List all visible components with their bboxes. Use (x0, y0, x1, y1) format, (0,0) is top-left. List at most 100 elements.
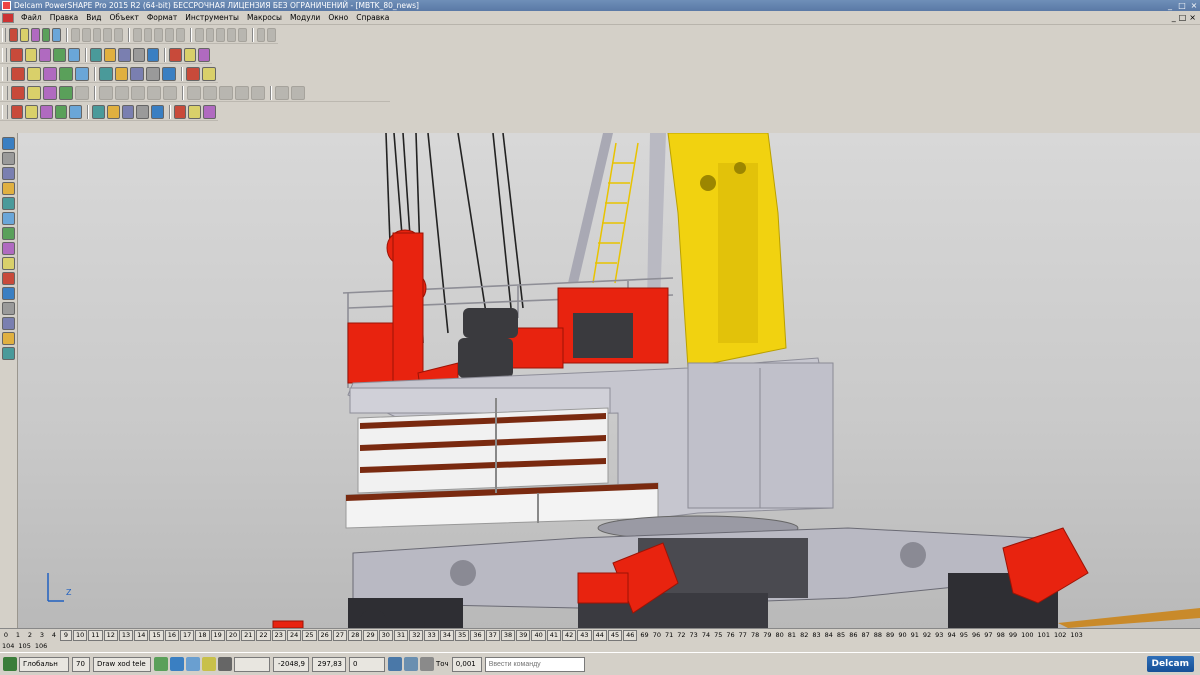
arc-tool-icon[interactable] (2, 197, 15, 210)
level-button[interactable]: 89 (884, 631, 896, 640)
level-button[interactable]: 27 (332, 630, 348, 641)
solid-extrude-icon[interactable] (99, 85, 113, 100)
toolbar-grip[interactable] (2, 47, 8, 62)
level-button[interactable]: 75 (712, 631, 724, 640)
view-iso2-icon[interactable] (67, 47, 80, 62)
wireframe-icon[interactable] (256, 27, 266, 42)
level-button[interactable]: 22 (256, 630, 271, 641)
level-button[interactable]: 45 (607, 630, 623, 641)
warning-icon[interactable] (2, 182, 15, 195)
level-button[interactable]: 21 (241, 630, 256, 641)
fillet-icon[interactable] (187, 85, 201, 100)
rotate-icon[interactable] (146, 47, 160, 62)
blend-icon[interactable] (151, 104, 164, 119)
zoom-fit-icon[interactable] (132, 47, 145, 62)
level-button[interactable]: 74 (700, 631, 712, 640)
level-button[interactable]: 39 (516, 630, 531, 641)
light-icon[interactable] (183, 47, 196, 62)
menu-tools[interactable]: Инструменты (181, 12, 243, 24)
solid-box-icon[interactable] (11, 85, 25, 100)
level-button[interactable]: 29 (363, 630, 378, 641)
boolean-sub-icon[interactable] (147, 85, 161, 100)
level-button[interactable]: 71 (663, 631, 675, 640)
level-button[interactable]: 81 (786, 631, 798, 640)
level-button[interactable]: 80 (774, 631, 786, 640)
new-icon[interactable] (9, 27, 19, 42)
level-button[interactable]: 94 (945, 631, 957, 640)
line-icon[interactable] (165, 27, 174, 42)
level-button[interactable]: 33 (424, 630, 439, 641)
surface-icon[interactable] (216, 27, 226, 42)
mdi-close-button[interactable]: × (1189, 13, 1196, 22)
curve-tool-icon[interactable] (2, 212, 15, 225)
level-button[interactable]: 96 (970, 631, 982, 640)
level-button[interactable]: 28 (348, 630, 363, 641)
open-icon[interactable] (20, 27, 29, 42)
level-button[interactable]: 10 (73, 630, 88, 641)
toolbar-grip[interactable] (2, 66, 8, 81)
intersect-icon[interactable] (121, 104, 135, 119)
circle-icon[interactable] (194, 27, 204, 42)
level-button[interactable]: 40 (531, 630, 546, 641)
dimension-icon[interactable] (267, 27, 277, 42)
level-button[interactable]: 42 (562, 630, 577, 641)
level-icon[interactable] (10, 66, 25, 81)
level-button[interactable]: 4 (48, 631, 60, 640)
command-input[interactable] (484, 656, 585, 672)
level-button[interactable]: 83 (810, 631, 822, 640)
pointer-icon[interactable] (2, 137, 15, 150)
delete-icon[interactable] (103, 27, 113, 42)
level-button[interactable]: 92 (921, 631, 933, 640)
graphics-viewport[interactable]: Z (18, 133, 1200, 628)
feature-tree-icon[interactable] (291, 85, 305, 100)
level-button[interactable]: 93 (933, 631, 945, 640)
surface-tool-icon[interactable] (2, 227, 15, 240)
chamfer-icon[interactable] (203, 85, 217, 100)
level-button[interactable]: 87 (859, 631, 871, 640)
close-button[interactable]: × (1188, 1, 1200, 10)
section-icon[interactable] (186, 66, 201, 81)
grid-icon[interactable] (218, 657, 232, 671)
level-button[interactable]: 43 (577, 630, 592, 641)
calculator-icon[interactable] (388, 657, 402, 671)
save-as-icon[interactable] (41, 27, 51, 42)
paste-icon[interactable] (92, 27, 102, 42)
color-icon[interactable] (74, 66, 89, 81)
view-front-icon[interactable] (24, 47, 37, 62)
solid-tool-icon[interactable] (2, 242, 15, 255)
save-icon[interactable] (30, 27, 40, 42)
repair-icon[interactable] (188, 104, 202, 119)
level-button[interactable]: 90 (896, 631, 908, 640)
level-button[interactable]: 76 (724, 631, 736, 640)
level-button[interactable]: 20 (225, 630, 241, 641)
level-button[interactable]: 77 (737, 631, 749, 640)
level-button[interactable]: 102 (1052, 631, 1068, 640)
snap-icon[interactable] (186, 657, 200, 671)
position-icon[interactable] (404, 657, 418, 671)
level-button[interactable]: 72 (675, 631, 687, 640)
check-icon[interactable] (173, 104, 187, 119)
zoom-icon[interactable] (154, 27, 164, 42)
level-button[interactable]: 86 (847, 631, 859, 640)
workplane-icon[interactable] (26, 66, 41, 81)
mesh-tool-icon[interactable] (2, 257, 15, 270)
level-button[interactable]: 17 (179, 630, 195, 641)
level-button[interactable]: 16 (164, 630, 179, 641)
level-button[interactable]: 0 (0, 631, 12, 640)
assembly-tool-icon[interactable] (2, 317, 15, 330)
solid-sphere-icon[interactable] (43, 85, 57, 100)
level-button[interactable]: 38 (500, 630, 516, 641)
trim-icon[interactable] (136, 104, 150, 119)
material-icon[interactable] (58, 66, 73, 81)
toolbar-grip[interactable] (2, 104, 8, 119)
menu-help[interactable]: Справка (352, 12, 393, 24)
level-button[interactable]: 32 (409, 630, 424, 641)
select-box-icon[interactable] (2, 152, 15, 165)
level-name-select[interactable]: Draw xod tele (93, 656, 151, 672)
symbol-tool-icon[interactable] (2, 272, 15, 285)
menu-macros[interactable]: Макросы (243, 12, 286, 24)
analysis-icon[interactable] (130, 66, 145, 81)
undo-icon[interactable] (114, 27, 123, 42)
text-tool-icon[interactable] (2, 287, 15, 300)
rotate3d-icon[interactable] (69, 104, 83, 119)
